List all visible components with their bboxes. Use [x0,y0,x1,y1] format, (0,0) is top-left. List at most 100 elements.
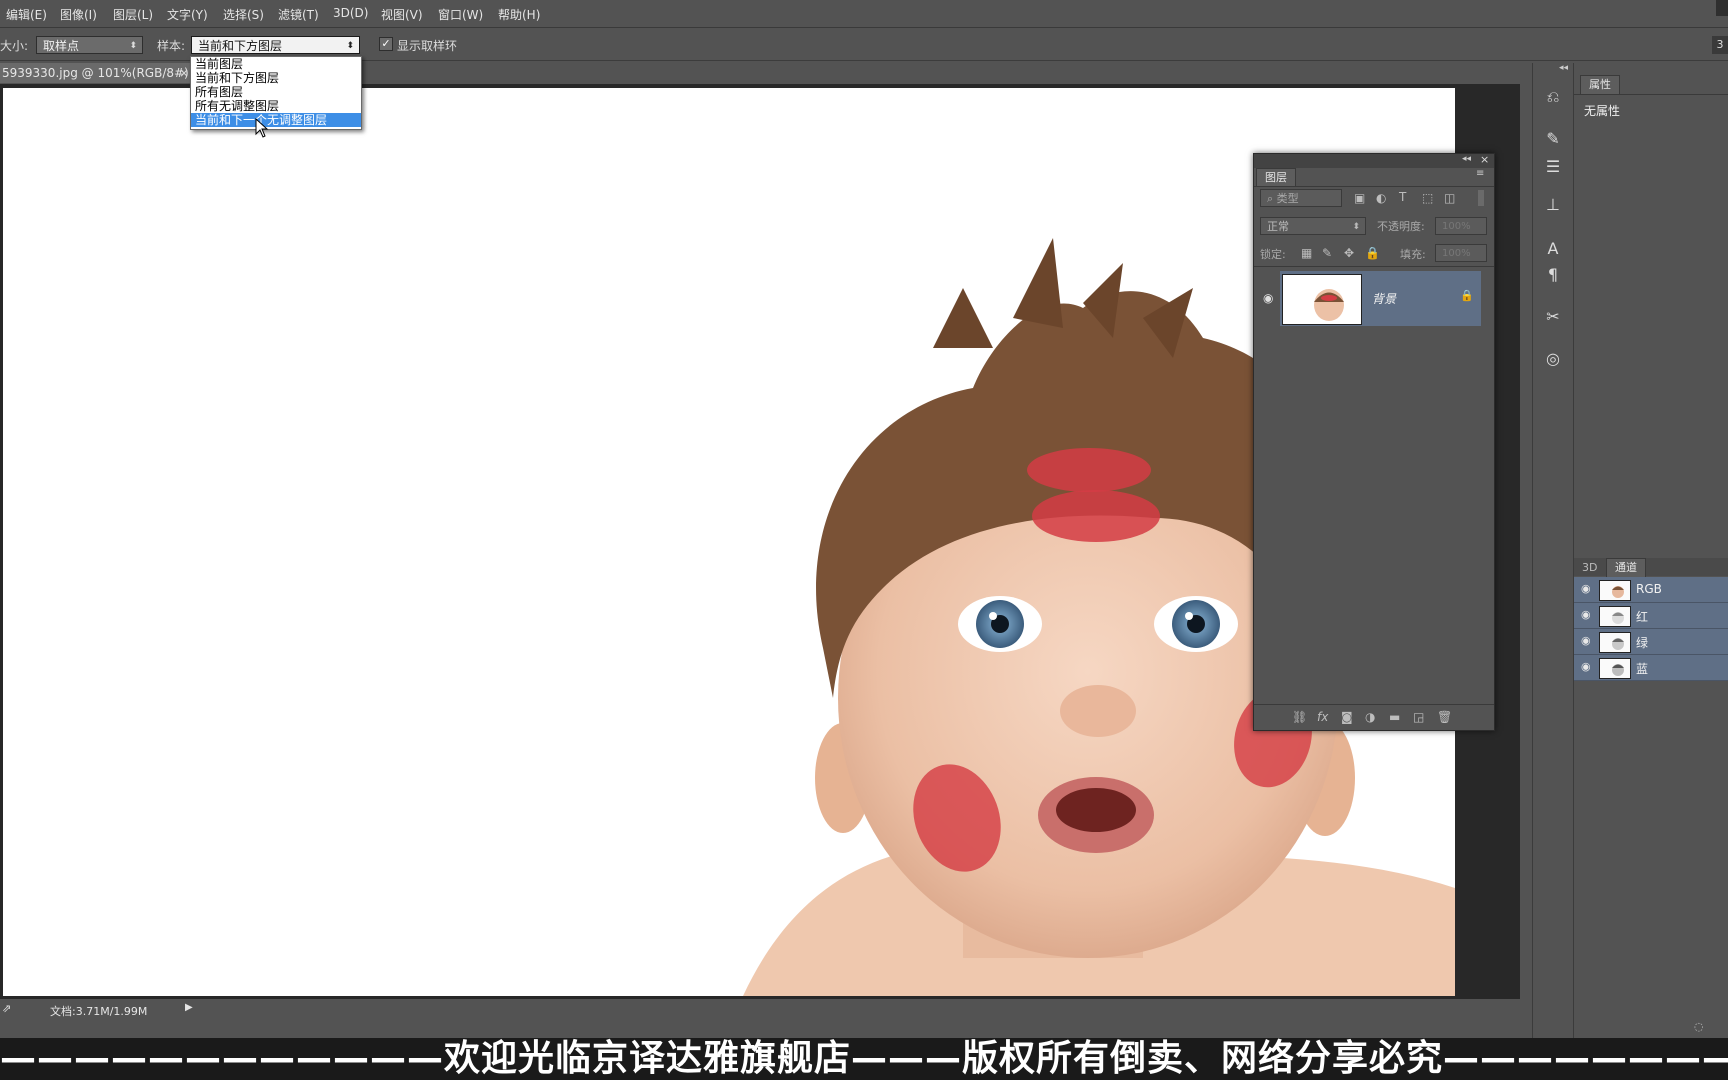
lock-icon: 🔒 [1460,289,1474,302]
delete-layer-icon[interactable]: 🗑 [1437,710,1452,724]
size-select-value: 取样点 [43,39,80,53]
panel-icon-dock: ◂◂ ⎌ ✎ ☰ ⊥ A ¶ ✂ ◎ [1532,63,1574,1038]
select-arrows-icon: ⬍ [1352,222,1360,232]
tab-properties[interactable]: 属性 [1580,75,1620,94]
sample-option[interactable]: 当前和下方图层 [191,71,361,85]
channel-name: RGB [1636,582,1662,596]
menu-filter[interactable]: 滤镜(T) [278,6,319,23]
sample-select[interactable]: 当前和下方图层 ⬍ [191,36,360,54]
lock-transparent-icon[interactable]: ▦ [1301,246,1312,260]
document-tab[interactable]: 5939330.jpg @ 101%(RGB/8#) × [0,63,195,83]
new-adjustment-icon[interactable]: ◑ [1365,710,1375,724]
channel-row-rgb[interactable]: ◉ RGB [1574,577,1728,603]
select-arrows-icon: ⬍ [346,41,354,51]
eye-icon[interactable]: ◉ [1581,609,1593,621]
menu-layer[interactable]: 图层(L) [113,6,153,23]
new-group-icon[interactable]: ▬ [1389,710,1400,724]
tab-layers[interactable]: 图层 [1256,168,1296,187]
close-icon[interactable]: × [179,63,189,83]
video-subtitle: ————————————欢迎光临京译达雅旗舰店———版权所有倒卖、网络分享必究—… [0,1038,1728,1080]
opacity-label: 不透明度: [1377,220,1425,233]
creative-cloud-icon[interactable]: ◎ [1541,348,1565,370]
document-canvas[interactable] [3,88,1455,996]
doc-size: 文档:3.71M/1.99M [50,1005,148,1018]
channel-name: 绿 [1636,636,1649,650]
panel-menu-icon[interactable]: ≡ [1476,168,1484,179]
clone-source-icon[interactable]: ⊥ [1541,194,1565,216]
collapse-icon[interactable]: ◂◂ [1462,154,1471,164]
adjustments-icon[interactable]: ☰ [1541,156,1565,178]
load-selection-icon[interactable]: ◌ [1694,1020,1704,1033]
divider [1574,94,1728,95]
new-layer-icon[interactable]: ◲ [1413,710,1424,724]
close-icon[interactable]: × [1480,153,1489,166]
channel-row-red[interactable]: ◉ 红 [1574,603,1728,629]
status-menu-arrow-icon[interactable]: ▶ [185,1002,193,1013]
layer-filter-select[interactable]: ⌕ 类型 [1260,189,1342,207]
filter-smart-object-icon[interactable]: ◫ [1444,191,1455,205]
lock-brush-icon[interactable]: ✎ [1322,246,1332,260]
link-layers-icon[interactable]: ⛓ [1292,710,1307,724]
character-icon[interactable]: A [1541,238,1565,260]
sample-label: 样本: [157,39,186,53]
menu-help[interactable]: 帮助(H) [498,6,540,23]
channel-row-green[interactable]: ◉ 绿 [1574,629,1728,655]
show-ring-checkbox[interactable]: ✓ [379,37,393,51]
layer-name: 背景 [1372,292,1397,306]
tab-channels[interactable]: 通道 [1606,558,1646,577]
eye-icon[interactable]: ◉ [1581,635,1593,647]
workspace-indicator[interactable]: 3 [1712,36,1728,54]
channel-name: 红 [1636,610,1649,624]
menu-image[interactable]: 图像(I) [60,6,97,23]
fill-input[interactable]: 100% [1435,244,1487,262]
menu-window[interactable]: 窗口(W) [438,6,483,23]
eye-icon[interactable]: ◉ [1581,583,1593,595]
history-icon[interactable]: ⎌ [1541,86,1565,108]
filter-pixel-icon[interactable]: ▣ [1354,191,1365,205]
sample-option-highlighted[interactable]: 当前和下一个无调整图层 [191,113,361,127]
channel-thumbnail [1599,606,1631,627]
size-select[interactable]: 取样点 ⬍ [36,36,143,54]
document-title: 5939330.jpg @ 101%(RGB/8#) [2,66,189,80]
menu-edit[interactable]: 编辑(E) [6,6,47,23]
filter-toggle[interactable] [1478,190,1484,206]
window-control[interactable] [1716,0,1728,16]
lock-move-icon[interactable]: ✥ [1344,246,1354,260]
sample-option[interactable]: 所有无调整图层 [191,99,361,113]
sample-option[interactable]: 当前图层 [191,57,361,71]
filter-shape-icon[interactable]: ⬚ [1422,191,1433,205]
eye-icon[interactable]: ◉ [1263,291,1273,305]
menu-view[interactable]: 视图(V) [381,6,423,23]
channel-row-blue[interactable]: ◉ 蓝 [1574,655,1728,681]
tool-presets-icon[interactable]: ✂ [1541,306,1565,328]
filter-adjustment-icon[interactable]: ◐ [1376,191,1386,205]
menu-select[interactable]: 选择(S) [223,6,264,23]
layer-row-background[interactable]: 背景 🔒 [1280,271,1481,326]
share-icon[interactable]: ⇗ [2,1002,11,1015]
tab-3d[interactable]: 3D [1582,561,1597,574]
sample-option[interactable]: 所有图层 [191,85,361,99]
brush-presets-icon[interactable]: ✎ [1541,128,1565,150]
eye-icon[interactable]: ◉ [1581,661,1593,673]
fx-icon[interactable]: fx [1317,710,1328,724]
status-bar: ⇗ 文档:3.71M/1.99M ▶ [0,999,1530,1019]
lock-all-icon[interactable]: 🔒 [1365,246,1380,260]
channel-name: 蓝 [1636,662,1649,676]
menu-bar: 编辑(E) 图像(I) 图层(L) 文字(Y) 选择(S) 滤镜(T) 3D(D… [0,0,1728,28]
menu-type[interactable]: 文字(Y) [167,6,208,23]
divider [1254,704,1494,705]
menu-3d[interactable]: 3D(D) [333,6,368,20]
layers-panel: ◂◂ × 图层 ≡ ⌕ 类型 ▣ ◐ T ⬚ ◫ 正常 ⬍ 不透明度: 100%… [1253,153,1495,731]
show-ring-label: 显示取样环 [397,39,458,53]
size-label: 大小: [0,39,29,53]
channels-panel: 3D 通道 ◉ RGB ◉ 红 ◉ 绿 ◉ 蓝 ◌ [1573,558,1728,1038]
collapse-dock-icon[interactable]: ◂◂ [1559,63,1568,73]
paragraph-icon[interactable]: ¶ [1541,264,1565,286]
add-mask-icon[interactable]: ◙ [1341,710,1353,724]
filter-type-icon[interactable]: T [1399,190,1406,204]
divider [1254,266,1494,267]
filter-label: 类型 [1276,192,1299,205]
layers-titlebar[interactable]: ◂◂ × [1254,153,1494,168]
opacity-input[interactable]: 100% [1435,217,1487,235]
blend-mode-select[interactable]: 正常 ⬍ [1260,217,1366,235]
